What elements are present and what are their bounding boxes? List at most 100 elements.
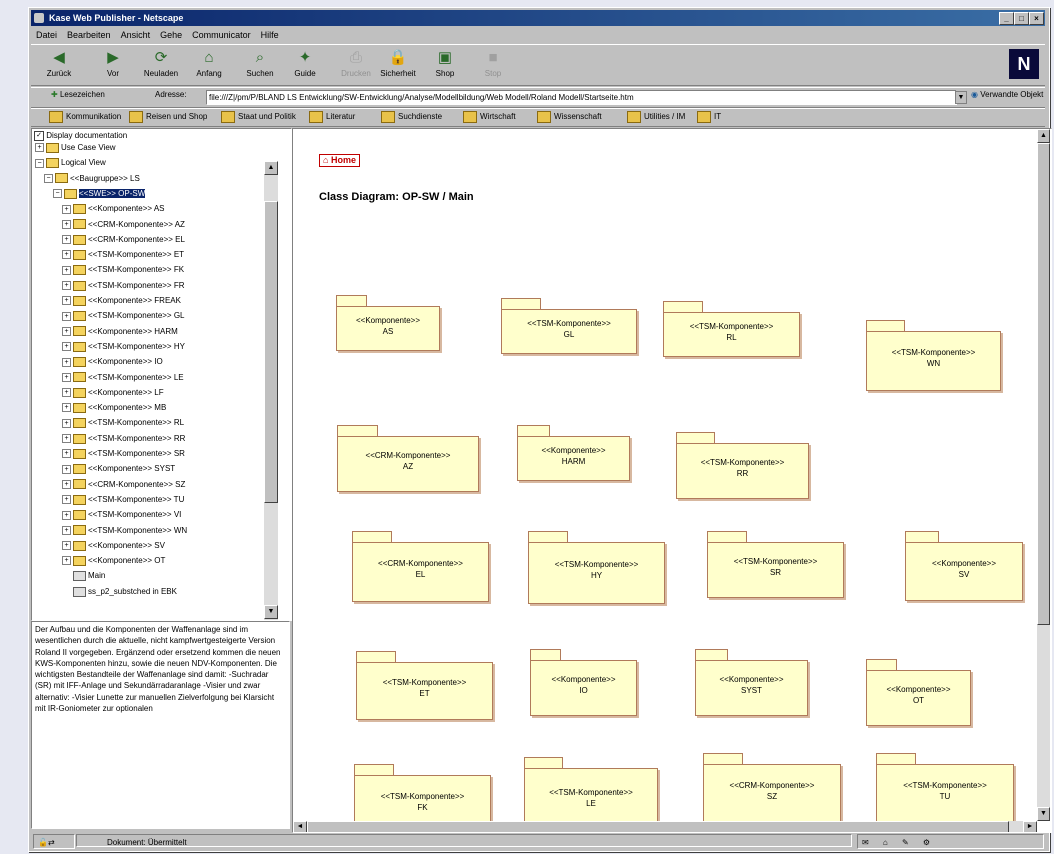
menu-item-3[interactable]: Gehe: [155, 28, 187, 42]
package-hy[interactable]: <<TSM-Komponente>> HY: [528, 542, 665, 604]
scroll-up-button[interactable]: ▲: [1037, 129, 1050, 143]
tree-item[interactable]: + <<TSM-Komponente>> TU: [62, 494, 184, 505]
nav-button-vor[interactable]: ▶ Vor: [91, 47, 135, 81]
related-button[interactable]: ◉ Verwandte Objekt: [971, 90, 1043, 99]
bookmark-folder[interactable]: Utilities / IM: [627, 111, 685, 123]
package-ot[interactable]: <<Komponente>> OT: [866, 670, 971, 726]
bookmark-folder[interactable]: Suchdienste: [381, 111, 442, 123]
vertical-scroll-thumb[interactable]: [1037, 143, 1050, 625]
expand-icon[interactable]: +: [62, 281, 71, 291]
package-tu[interactable]: <<TSM-Komponente>> TU: [876, 764, 1014, 824]
package-rr[interactable]: <<TSM-Komponente>> RR: [676, 443, 809, 499]
collapse-icon[interactable]: −: [53, 189, 62, 199]
expand-icon[interactable]: +: [62, 541, 71, 551]
display-documentation-checkbox[interactable]: ✓ Display documentation: [34, 131, 127, 141]
tree-item[interactable]: + <<CRM-Komponente>> SZ: [62, 479, 185, 490]
nav-button-stop[interactable]: ■ Stop: [471, 47, 515, 81]
address-input[interactable]: file:///Z|/pm/P/BLAND LS Entwicklung/SW-…: [206, 90, 957, 105]
package-el[interactable]: <<CRM-Komponente>> EL: [352, 542, 489, 602]
tree-item[interactable]: + <<Komponente>> HARM: [62, 326, 178, 337]
package-sz[interactable]: <<CRM-Komponente>> SZ: [703, 764, 841, 823]
nav-button-suchen[interactable]: ⌕ Suchen: [238, 47, 282, 81]
tree-scroll-up-button[interactable]: ▲: [264, 161, 278, 175]
tree-item[interactable]: + <<Komponente>> MB: [62, 402, 166, 413]
horizontal-scroll-thumb[interactable]: [307, 821, 1009, 832]
content-vertical-scrollbar[interactable]: ▲ ▼: [1037, 129, 1050, 821]
tree-item[interactable]: + <<TSM-Komponente>> LE: [62, 372, 184, 383]
expand-icon[interactable]: +: [62, 479, 71, 489]
package-syst[interactable]: <<Komponente>> SYST: [695, 660, 808, 716]
package-io[interactable]: <<Komponente>> IO: [530, 660, 637, 716]
tree-item[interactable]: + <<TSM-Komponente>> RL: [62, 417, 184, 429]
menu-item-4[interactable]: Communicator: [187, 28, 256, 42]
bookmark-folder[interactable]: Staat und Politik: [221, 111, 296, 123]
expand-icon[interactable]: +: [62, 449, 71, 459]
expand-icon[interactable]: +: [62, 372, 71, 382]
expand-icon[interactable]: +: [62, 235, 71, 245]
tree-item[interactable]: + <<TSM-Komponente>> FK: [62, 264, 184, 276]
package-sr[interactable]: <<TSM-Komponente>> SR: [707, 542, 844, 598]
expand-icon[interactable]: +: [62, 495, 71, 505]
collapse-icon[interactable]: −: [44, 173, 53, 183]
expand-icon[interactable]: +: [62, 357, 71, 367]
maximize-button[interactable]: □: [1014, 12, 1029, 25]
tree-item[interactable]: + <<TSM-Komponente>> VI: [62, 509, 181, 521]
tree-scroll-down-button[interactable]: ▼: [264, 605, 278, 619]
tree-item[interactable]: ss_p2_substched in EBK: [62, 586, 177, 597]
expand-icon[interactable]: +: [35, 143, 44, 153]
menu-item-1[interactable]: Bearbeiten: [62, 28, 116, 42]
package-as[interactable]: <<Komponente>> AS: [336, 306, 440, 351]
package-gl[interactable]: <<TSM-Komponente>> GL: [501, 309, 637, 354]
nav-button-sicherheit[interactable]: 🔒 Sicherheit: [376, 47, 420, 81]
title-bar[interactable]: Kase Web Publisher - Netscape _ □ ×: [31, 10, 1045, 26]
expand-icon[interactable]: +: [62, 464, 71, 474]
expand-icon[interactable]: +: [62, 219, 71, 229]
tree-item[interactable]: + <<TSM-Komponente>> SR: [62, 448, 185, 459]
tree-item[interactable]: + <<CRM-Komponente>> EL: [62, 234, 185, 245]
tree-item[interactable]: Main: [62, 570, 105, 582]
menu-item-5[interactable]: Hilfe: [256, 28, 284, 42]
package-sv[interactable]: <<Komponente>> SV: [905, 542, 1023, 601]
netscape-logo[interactable]: N: [1009, 49, 1039, 79]
package-et[interactable]: <<TSM-Komponente>> ET: [356, 662, 493, 720]
scroll-down-button[interactable]: ▼: [1037, 807, 1050, 821]
bookmark-folder[interactable]: Wissenschaft: [537, 111, 602, 123]
package-az[interactable]: <<CRM-Komponente>> AZ: [337, 436, 479, 492]
tree-item[interactable]: − <<SWE>> OP-SW: [53, 188, 146, 199]
close-button[interactable]: ×: [1029, 12, 1044, 25]
tree-scrollbar[interactable]: ▲ ▼: [264, 161, 278, 620]
tree-item[interactable]: + <<Komponente>> IO: [62, 356, 163, 368]
nav-button-zurück[interactable]: ◀ Zurück: [37, 47, 81, 81]
tree-item[interactable]: − Logical View: [35, 157, 106, 169]
bookmark-folder[interactable]: Reisen und Shop: [129, 111, 207, 123]
expand-icon[interactable]: +: [62, 311, 71, 321]
expand-icon[interactable]: +: [62, 250, 71, 260]
collapse-icon[interactable]: −: [35, 158, 44, 168]
bookmarks-button[interactable]: ✚ Lesezeichen: [51, 90, 105, 99]
expand-icon[interactable]: +: [62, 342, 71, 352]
tree-item[interactable]: + <<TSM-Komponente>> RR: [62, 433, 185, 444]
tree-item[interactable]: + <<Komponente>> LF: [62, 387, 164, 398]
nav-button-guide[interactable]: ✦ Guide: [283, 47, 327, 81]
tree-item[interactable]: + <<TSM-Komponente>> FR: [62, 280, 185, 291]
content-horizontal-scrollbar[interactable]: ◄ ►: [293, 821, 1037, 832]
menu-item-0[interactable]: Datei: [31, 28, 62, 42]
tree-item[interactable]: + <<TSM-Komponente>> WN: [62, 525, 187, 536]
nav-button-shop[interactable]: ▣ Shop: [423, 47, 467, 81]
address-dropdown-button[interactable]: ▼: [955, 91, 967, 104]
nav-button-drucken[interactable]: ⎙ Drucken: [334, 47, 378, 81]
tree-item[interactable]: + <<TSM-Komponente>> HY: [62, 341, 185, 352]
expand-icon[interactable]: +: [62, 403, 71, 413]
home-link[interactable]: ⌂ Home: [319, 154, 360, 167]
expand-icon[interactable]: +: [62, 434, 71, 444]
scroll-left-button[interactable]: ◄: [293, 821, 307, 832]
package-wn[interactable]: <<TSM-Komponente>> WN: [866, 331, 1001, 391]
tree-item[interactable]: + <<CRM-Komponente>> AZ: [62, 219, 185, 230]
tree-item[interactable]: + <<Komponente>> AS: [62, 203, 165, 215]
tree-item[interactable]: + <<Komponente>> SYST: [62, 463, 175, 475]
nav-button-anfang[interactable]: ⌂ Anfang: [187, 47, 231, 81]
bookmark-folder[interactable]: Wirtschaft: [463, 111, 516, 123]
expand-icon[interactable]: +: [62, 418, 71, 428]
component-bar[interactable]: ✉ ⌂ ✎ ⚙: [857, 834, 1044, 849]
tree-item[interactable]: + Use Case View: [35, 142, 116, 153]
